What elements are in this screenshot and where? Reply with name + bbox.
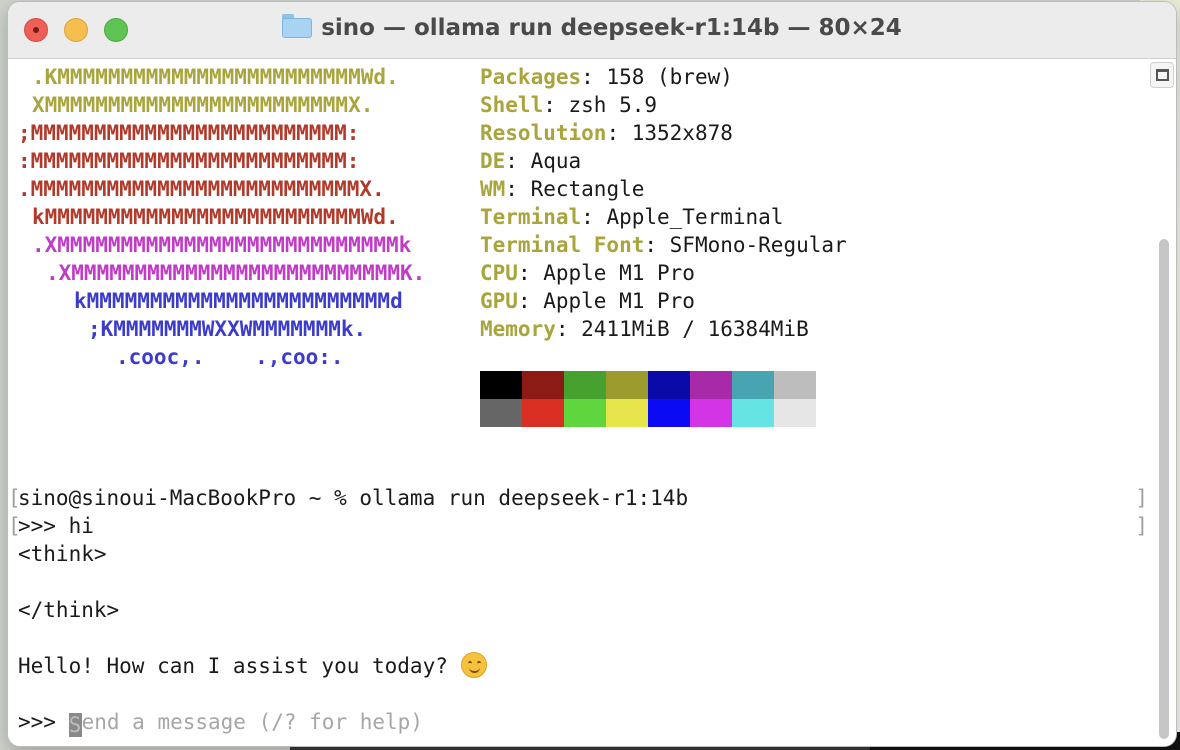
window-title-wrap: sino — ollama run deepseek-r1:14b — 80×2… (8, 14, 1176, 41)
palette-swatch (564, 399, 606, 427)
sysinfo-row: CPU: Apple M1 Pro (480, 259, 695, 287)
logo-line: kMMMMMMMMMMMMMMMMMMMMMMMMd (74, 289, 403, 313)
logo-line: .XMMMMMMMMMMMMMMMMMMMMMMMMMMK. (46, 261, 426, 285)
think-close: </think> (18, 598, 120, 622)
palette-swatch (606, 399, 648, 427)
sysinfo-value: : Aqua (505, 149, 582, 173)
split-pane-button[interactable] (1150, 62, 1174, 88)
palette-swatch (564, 371, 606, 399)
logo-line: ;MMMMMMMMMMMMMMMMMMMMMMMMM: (18, 121, 360, 145)
logo-line: .KMMMMMMMMMMMMMMMMMMMMMMMMWd. (32, 65, 399, 89)
palette-swatch (522, 371, 564, 399)
sysinfo-value: : SFMono-Regular (644, 233, 847, 257)
think-open: <think> (18, 542, 107, 566)
color-palette (480, 371, 816, 427)
logo-line: .cooc,. .,coo:. (116, 345, 344, 369)
sysinfo-label: Shell (480, 93, 544, 117)
user-prompt: >>> hi (18, 514, 94, 538)
response-line: Hello! How can I assist you today? (18, 652, 487, 680)
sysinfo-row: Packages: 158 (brew) (480, 63, 733, 91)
line-marker-right: ] (1135, 486, 1148, 510)
message-input[interactable]: Send a message (/? for help) (68, 710, 423, 737)
sysinfo-row: Terminal Font: SFMono-Regular (480, 231, 847, 259)
palette-swatch (480, 371, 522, 399)
response-text: Hello! How can I assist you today? (18, 654, 448, 678)
sysinfo-value: : zsh 5.9 (543, 93, 658, 117)
sysinfo-label: DE (480, 149, 506, 173)
sysinfo-row: Resolution: 1352x878 (480, 119, 733, 147)
sysinfo-label: Packages (480, 65, 582, 89)
sysinfo-row: DE: Aqua (480, 147, 581, 175)
terminal-window: sino — ollama run deepseek-r1:14b — 80×2… (8, 2, 1176, 746)
input-line[interactable]: >>> Send a message (/? for help) (18, 708, 423, 737)
line-marker-right: ] (1135, 514, 1148, 538)
sysinfo-value: : 2411MiB / 16384MiB (555, 317, 809, 341)
sysinfo-label: CPU (480, 261, 518, 285)
sysinfo-label: Terminal (480, 205, 582, 229)
smiling-face-icon (460, 652, 487, 678)
sysinfo-row: WM: Rectangle (480, 175, 644, 203)
sysinfo-row: GPU: Apple M1 Pro (480, 287, 695, 315)
vertical-scrollbar[interactable] (1156, 239, 1172, 739)
sysinfo-value: : Apple_Terminal (581, 205, 784, 229)
palette-swatch (480, 399, 522, 427)
palette-swatch (690, 399, 732, 427)
palette-swatch (690, 371, 732, 399)
palette-swatch (774, 399, 816, 427)
scrollbar-thumb[interactable] (1159, 239, 1169, 739)
logo-line: :MMMMMMMMMMMMMMMMMMMMMMMMM: (18, 149, 360, 173)
command-line: sino@sinoui-MacBookPro ~ % ollama run de… (18, 486, 689, 510)
sysinfo-row: Memory: 2411MiB / 16384MiB (480, 315, 809, 343)
palette-swatch (606, 371, 648, 399)
sysinfo-value: : Rectangle (505, 177, 645, 201)
logo-line: .XMMMMMMMMMMMMMMMMMMMMMMMMMMMk (32, 233, 412, 257)
sysinfo-label: Resolution (480, 121, 607, 145)
sysinfo-label: GPU (480, 289, 518, 313)
sysinfo-row: Shell: zsh 5.9 (480, 91, 657, 119)
placeholder-first-char: S (68, 713, 82, 737)
terminal-content[interactable]: .KMMMMMMMMMMMMMMMMMMMMMMMMWd. XMMMMMMMMM… (8, 59, 1176, 746)
sysinfo-label: Terminal Font (480, 233, 645, 257)
sysinfo-label: WM (480, 177, 506, 201)
sysinfo-value: : Apple M1 Pro (517, 261, 695, 285)
palette-swatch (648, 371, 690, 399)
input-prompt: >>> (18, 710, 56, 734)
sysinfo-label: Memory (480, 317, 556, 341)
palette-swatch (732, 371, 774, 399)
sysinfo-value: : Apple M1 Pro (517, 289, 695, 313)
sysinfo-value: : 1352x878 (606, 121, 733, 145)
palette-swatch (774, 371, 816, 399)
logo-line: kMMMMMMMMMMMMMMMMMMMMMMMMMWd. (32, 205, 399, 229)
logo-line: XMMMMMMMMMMMMMMMMMMMMMMMMX. (32, 93, 374, 117)
palette-swatch (648, 399, 690, 427)
logo-line: ;KMMMMMMMWXXWMMMMMMMk. (88, 317, 367, 341)
text-cursor: S (68, 713, 82, 737)
palette-swatch (732, 399, 774, 427)
title-bar[interactable]: sino — ollama run deepseek-r1:14b — 80×2… (8, 2, 1176, 59)
window-title: sino — ollama run deepseek-r1:14b — 80×2… (321, 15, 902, 41)
sysinfo-row: Terminal: Apple_Terminal (480, 203, 783, 231)
palette-swatch (522, 399, 564, 427)
placeholder-text: end a message (/? for help) (81, 710, 423, 734)
logo-line: .MMMMMMMMMMMMMMMMMMMMMMMMMMX. (18, 177, 385, 201)
sysinfo-value: : 158 (brew) (581, 65, 733, 89)
folder-icon (282, 14, 313, 38)
